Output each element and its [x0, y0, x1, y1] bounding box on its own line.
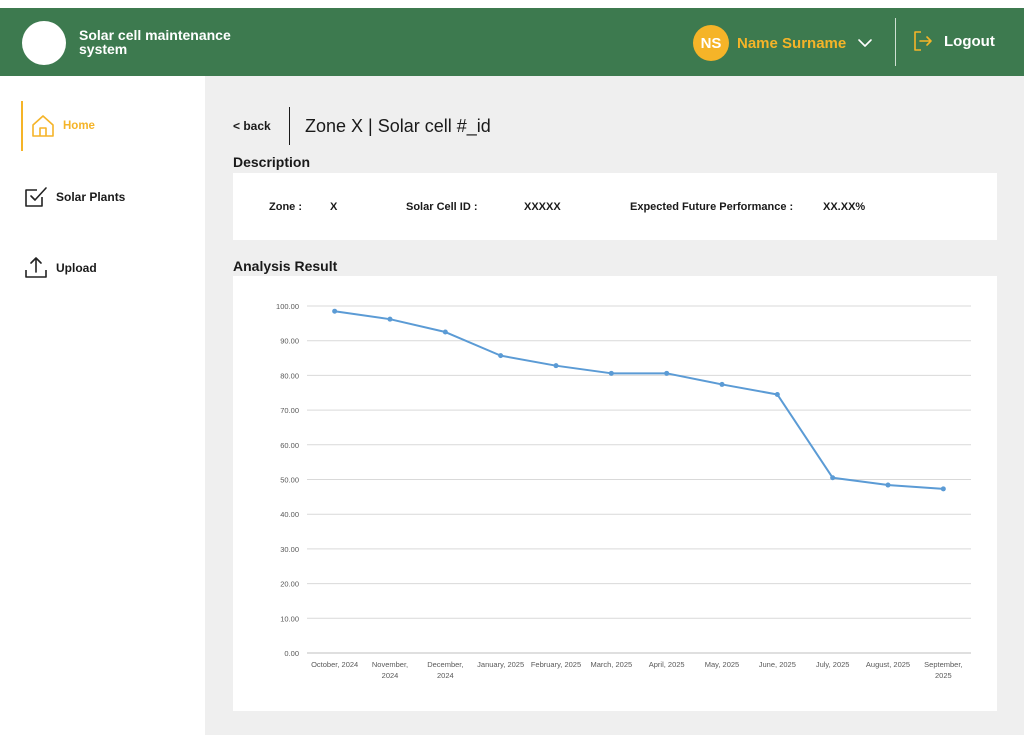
data-point — [830, 475, 836, 481]
checkbox-icon — [25, 187, 47, 207]
y-tick-label: 70.00 — [280, 406, 299, 415]
logout-label: Logout — [944, 32, 995, 50]
x-tick-label: April, 2025 — [649, 660, 685, 669]
logout-icon — [914, 31, 932, 51]
description-heading: Description — [233, 154, 311, 170]
x-tick-label: January, 2025 — [477, 660, 524, 669]
avatar: NS — [693, 25, 729, 61]
x-tick-label: June, 2025 — [759, 660, 796, 669]
series-line — [334, 310, 944, 490]
top-bar: Solar cell maintenance system NS Name Su… — [0, 8, 1024, 76]
zone-value: X — [330, 201, 338, 213]
analysis-chart-card: 0.00 10.00 20.00 30.00 40.00 50.00 60.00 70.00 8… — [233, 276, 997, 711]
x-tick-label: November, 2024 — [372, 660, 408, 680]
x-tick-label: December, 2024 — [427, 660, 463, 680]
data-point — [719, 381, 725, 387]
sidebar-item-label: Home — [63, 120, 95, 132]
x-tick-label: February, 2025 — [531, 660, 581, 669]
data-point — [498, 353, 504, 359]
sidebar-item-solar-plants[interactable]: Solar Plants — [0, 172, 205, 222]
logout-button[interactable]: Logout — [912, 30, 995, 52]
sidebar-item-home[interactable]: Home — [0, 101, 205, 151]
user-name: Name Surname — [737, 34, 847, 52]
data-point — [387, 316, 393, 322]
data-point — [553, 363, 559, 369]
sidebar-item-label: Upload — [56, 261, 97, 275]
upload-icon — [25, 257, 47, 278]
data-point — [774, 391, 780, 397]
back-link[interactable]: < back — [233, 119, 271, 133]
y-tick-label: 60.00 — [280, 441, 299, 450]
cell-id-value: XXXXX — [524, 201, 561, 213]
x-tick-label: May, 2025 — [705, 660, 739, 669]
performance-line-chart: 0.00 10.00 20.00 30.00 40.00 50.00 60.00 70.00 8… — [276, 302, 971, 680]
y-tick-label: 80.00 — [280, 371, 299, 380]
y-tick-label: 50.00 — [280, 476, 299, 485]
data-point — [664, 370, 670, 376]
y-tick-label: 40.00 — [280, 510, 299, 519]
x-tick-label: October, 2024 — [311, 660, 358, 669]
cell-id-label: Solar Cell ID : — [406, 201, 478, 213]
y-tick-label: 90.00 — [280, 337, 299, 346]
y-tick-label: 100.00 — [276, 302, 299, 311]
x-tick-label: August, 2025 — [866, 660, 910, 669]
data-point — [442, 329, 448, 335]
home-icon — [32, 115, 54, 137]
active-indicator — [21, 101, 23, 151]
performance-label: Expected Future Performance : — [630, 201, 794, 213]
y-tick-label: 20.00 — [280, 580, 299, 589]
user-menu[interactable]: NS Name Surname — [693, 25, 874, 61]
header-divider — [895, 18, 896, 66]
title-divider — [289, 107, 290, 145]
y-tick-label: 10.00 — [280, 614, 299, 623]
y-tick-label: 0.00 — [284, 649, 299, 658]
page-title: Zone X | Solar cell #_id — [305, 116, 491, 136]
chevron-down-icon[interactable] — [856, 34, 874, 52]
app-logo[interactable] — [22, 21, 66, 65]
sidebar-item-upload[interactable]: Upload — [0, 243, 205, 293]
x-tick-label: July, 2025 — [816, 660, 850, 669]
data-point — [332, 308, 338, 314]
performance-value: XX.XX% — [823, 201, 866, 213]
analysis-heading: Analysis Result — [233, 258, 338, 274]
sidebar-item-label: Solar Plants — [56, 190, 126, 204]
description-card: Zone : X Solar Cell ID : XXXXX Expected … — [233, 173, 997, 240]
x-tick-label: March, 2025 — [590, 660, 632, 669]
y-tick-label: 30.00 — [280, 545, 299, 554]
x-tick-label: September, 2025 — [924, 660, 962, 680]
zone-label: Zone : — [269, 201, 302, 213]
data-point — [940, 486, 946, 492]
app-title: Solar cell maintenance system — [79, 27, 231, 57]
sidebar: Home Solar Plants Upload — [0, 76, 205, 735]
data-point — [885, 482, 891, 488]
data-point — [608, 370, 614, 376]
